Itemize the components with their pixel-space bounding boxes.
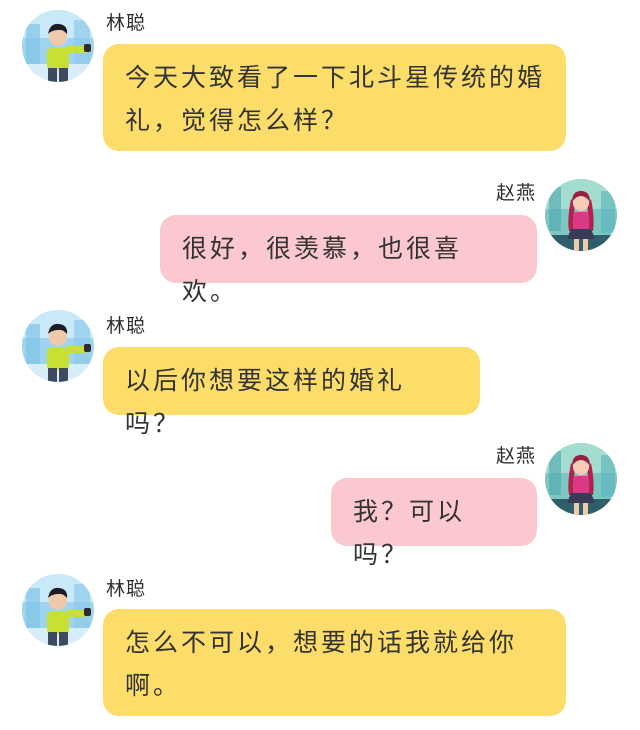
sender-name: 林聪 [106, 315, 147, 337]
sender-name: 赵燕 [495, 445, 536, 467]
avatar-boy-yellow-shirt-icon[interactable] [22, 10, 94, 82]
message-bubble[interactable]: 以后你想要这样的婚礼吗？ [103, 347, 480, 438]
sender-name: 林聪 [106, 578, 147, 600]
avatar-boy-yellow-shirt-icon[interactable] [22, 574, 94, 646]
avatar-boy-yellow-shirt-icon[interactable] [22, 310, 94, 382]
avatar-girl-pink-outfit-icon[interactable] [545, 443, 617, 515]
message-bubble[interactable]: 很好，很羡慕，也很喜欢。 [160, 215, 537, 306]
avatar-girl-pink-outfit-icon[interactable] [545, 179, 617, 251]
message-bubble[interactable]: 我？可以吗？ [331, 478, 537, 569]
message-bubble[interactable]: 怎么不可以，想要的话我就给你啊。 [103, 609, 566, 716]
message-bubble[interactable]: 今天大致看了一下北斗星传统的婚礼，觉得怎么样？ [103, 44, 566, 151]
sender-name: 林聪 [106, 12, 147, 34]
sender-name: 赵燕 [495, 182, 536, 204]
